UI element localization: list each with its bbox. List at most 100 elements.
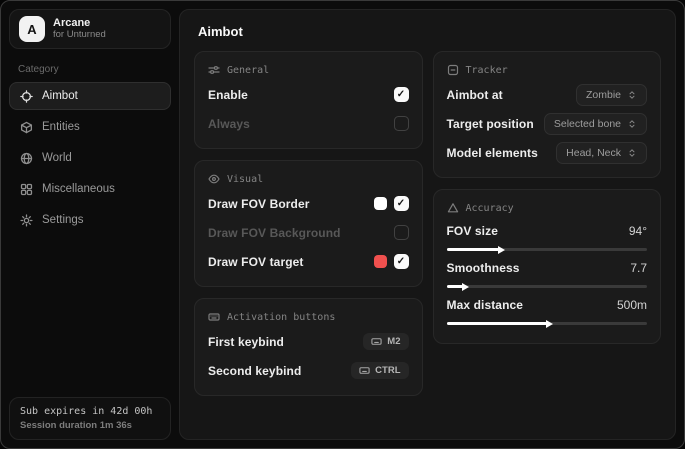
cube-icon	[20, 121, 33, 134]
setting-row-fov-border: Draw FOV Border ✓	[208, 191, 409, 216]
setting-row-aimbot-at: Aimbot at Zombie	[447, 82, 648, 107]
slider-value: 7.7	[630, 261, 647, 275]
keyboard-icon	[371, 336, 382, 347]
page-title: Aimbot	[198, 24, 661, 39]
first-keybind-button[interactable]: M2	[363, 333, 408, 350]
slider-group-smoothness: Smoothness 7.7	[447, 258, 648, 288]
general-card-header: General	[208, 64, 409, 76]
fov-size-slider[interactable]	[447, 248, 648, 251]
second-keybind-button[interactable]: CTRL	[351, 362, 408, 379]
keyboard-icon	[208, 311, 220, 323]
sidebar-item-settings[interactable]: Settings	[9, 206, 171, 234]
sidebar-item-label: Entities	[42, 121, 80, 133]
fov-border-color-swatch[interactable]	[374, 197, 387, 210]
fov-border-checkbox[interactable]: ✓	[394, 196, 409, 211]
sidebar-item-miscellaneous[interactable]: Miscellaneous	[9, 175, 171, 203]
check-icon: ✓	[397, 89, 405, 100]
setting-label: Always	[208, 117, 250, 131]
keybind-value: M2	[387, 336, 400, 347]
select-value: Zombie	[586, 89, 621, 101]
accuracy-card: Accuracy FOV size 94° Smoothness	[433, 189, 662, 344]
refresh-button[interactable]	[149, 23, 161, 35]
enable-checkbox[interactable]: ✓	[394, 87, 409, 102]
setting-row-target-position: Target position Selected bone	[447, 111, 648, 136]
check-icon: ✓	[397, 198, 405, 209]
globe-icon	[20, 152, 33, 165]
card-title: Activation buttons	[227, 312, 335, 323]
brand-name: Arcane	[53, 17, 141, 30]
category-label: Category	[18, 64, 162, 75]
slider-fill	[447, 248, 499, 251]
accuracy-card-header: Accuracy	[447, 202, 648, 214]
activation-card: Activation buttons First keybind M2 Seco…	[194, 298, 423, 396]
brand-subtitle: for Unturned	[53, 30, 141, 41]
always-checkbox[interactable]	[394, 116, 409, 131]
sidebar-item-entities[interactable]: Entities	[9, 113, 171, 141]
sub-expiry-text: Sub expires in 42d 00h	[20, 406, 160, 417]
fov-background-checkbox[interactable]	[394, 225, 409, 240]
setting-row-enable: Enable ✓	[208, 82, 409, 107]
setting-label: Draw FOV Background	[208, 226, 341, 240]
sidebar-item-label: World	[42, 152, 72, 164]
keyboard-icon	[359, 365, 370, 376]
chevrons-up-down-icon	[627, 148, 637, 158]
fov-target-checkbox[interactable]: ✓	[394, 254, 409, 269]
scan-icon	[447, 64, 459, 76]
general-card: General Enable ✓ Always	[194, 51, 423, 149]
brand-text: Arcane for Unturned	[53, 17, 141, 41]
setting-label: Enable	[208, 88, 248, 102]
max-distance-slider[interactable]	[447, 322, 648, 325]
visual-card: Visual Draw FOV Border ✓ Draw FOV Backgr…	[194, 160, 423, 287]
triangle-icon	[447, 202, 459, 214]
card-title: Tracker	[466, 65, 508, 76]
setting-row-model-elements: Model elements Head, Neck	[447, 140, 648, 165]
setting-label: Second keybind	[208, 364, 301, 378]
setting-row-first-keybind: First keybind M2	[208, 329, 409, 354]
target-position-select[interactable]: Selected bone	[544, 113, 647, 135]
setting-label: Draw FOV target	[208, 255, 304, 269]
aimbot-at-select[interactable]: Zombie	[576, 84, 647, 106]
fov-target-color-swatch[interactable]	[374, 255, 387, 268]
app-logo: A	[19, 16, 45, 42]
crosshair-icon	[20, 90, 33, 103]
refresh-icon	[149, 23, 161, 35]
right-column: Tracker Aimbot at Zombie Target position	[433, 51, 662, 344]
select-value: Selected bone	[554, 118, 621, 130]
chevrons-up-down-icon	[627, 90, 637, 100]
setting-label: Draw FOV Border	[208, 197, 310, 211]
setting-row-second-keybind: Second keybind CTRL	[208, 358, 409, 383]
setting-label: First keybind	[208, 335, 284, 349]
sidebar-item-aimbot[interactable]: Aimbot	[9, 82, 171, 110]
grid-icon	[20, 183, 33, 196]
tracker-card-header: Tracker	[447, 64, 648, 76]
keybind-value: CTRL	[375, 365, 400, 376]
sidebar-item-label: Aimbot	[42, 90, 78, 102]
setting-label: Max distance	[447, 298, 524, 312]
setting-label: Target position	[447, 117, 534, 131]
slider-value: 94°	[629, 224, 647, 238]
subscription-info: Sub expires in 42d 00h Session duration …	[9, 397, 171, 440]
setting-row-fov-background: Draw FOV Background	[208, 220, 409, 245]
main-panel: Aimbot General Enable ✓	[179, 9, 676, 440]
chevrons-up-down-icon	[627, 119, 637, 129]
card-title: General	[227, 65, 269, 76]
sidebar-item-world[interactable]: World	[9, 144, 171, 172]
model-elements-select[interactable]: Head, Neck	[556, 142, 647, 164]
sidebar: A Arcane for Unturned Category Aimbot	[1, 1, 179, 448]
setting-label: Model elements	[447, 146, 538, 160]
check-icon: ✓	[397, 256, 405, 267]
smoothness-slider[interactable]	[447, 285, 648, 288]
slider-group-max-distance: Max distance 500m	[447, 295, 648, 325]
app-window: A Arcane for Unturned Category Aimbot	[0, 0, 685, 449]
sidebar-item-label: Settings	[42, 214, 84, 226]
session-duration-text: Session duration 1m 36s	[20, 420, 160, 431]
setting-label: Aimbot at	[447, 88, 503, 102]
card-title: Accuracy	[466, 203, 514, 214]
visual-card-header: Visual	[208, 173, 409, 185]
brand-header: A Arcane for Unturned	[9, 9, 171, 49]
activation-card-header: Activation buttons	[208, 311, 409, 323]
setting-row-always: Always	[208, 111, 409, 136]
slider-group-fov-size: FOV size 94°	[447, 221, 648, 251]
tracker-card: Tracker Aimbot at Zombie Target position	[433, 51, 662, 178]
slider-fill	[447, 322, 547, 325]
